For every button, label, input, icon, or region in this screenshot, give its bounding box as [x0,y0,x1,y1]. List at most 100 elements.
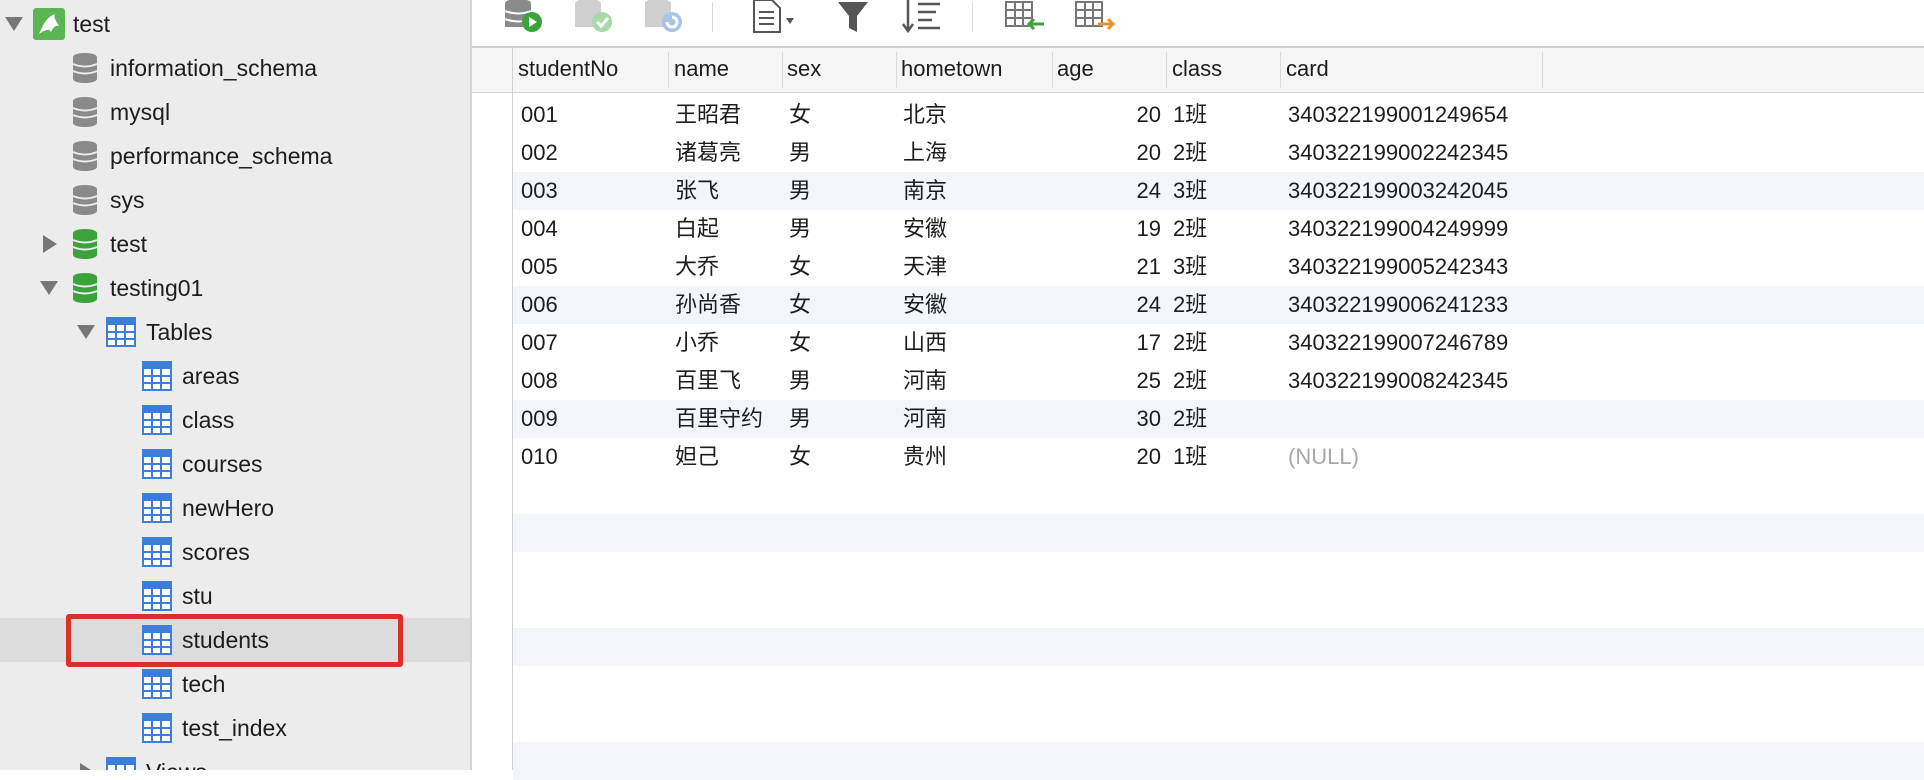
table-row[interactable]: 004 白起 男 安徽 19 2班 340322199004249999 [513,210,1924,248]
column-divider[interactable] [1052,52,1053,88]
cell-card[interactable]: 340322199007246789 [1288,329,1508,357]
cell-studentno[interactable]: 006 [521,291,558,319]
cell-hometown[interactable]: 天津 [903,253,947,281]
cell-name[interactable]: 白起 [675,215,719,243]
cell-card-null[interactable]: (NULL) [1288,443,1359,471]
disclosure-open-icon[interactable] [40,281,58,295]
disclosure-closed-icon[interactable] [43,235,57,253]
column-divider[interactable] [1542,52,1543,88]
cell-class[interactable]: 3班 [1173,177,1207,205]
sort-icon[interactable] [900,0,946,40]
cell-card[interactable]: 340322199001249654 [1288,101,1508,129]
cell-class[interactable]: 2班 [1173,405,1207,433]
cell-age[interactable]: 24 [1061,177,1161,205]
column-header-age[interactable]: age [1057,56,1094,82]
tree-item-table[interactable]: tech [0,662,470,706]
cell-sex[interactable]: 女 [789,253,811,281]
cell-class[interactable]: 1班 [1173,101,1207,129]
tree-item-table[interactable]: class [0,398,470,442]
cell-name[interactable]: 大乔 [675,253,719,281]
column-divider[interactable] [896,52,897,88]
tree-item-views-group[interactable]: Views [0,750,470,770]
filter-icon[interactable] [834,0,880,40]
column-header-studentno[interactable]: studentNo [518,56,618,82]
column-header-hometown[interactable]: hometown [901,56,1003,82]
cell-hometown[interactable]: 山西 [903,329,947,357]
cell-class[interactable]: 2班 [1173,139,1207,167]
cell-name[interactable]: 百里守约 [675,405,763,433]
cell-studentno[interactable]: 005 [521,253,558,281]
cell-sex[interactable]: 女 [789,101,811,129]
tree-item-database[interactable]: testing01 [0,266,470,310]
cell-age[interactable]: 20 [1061,139,1161,167]
cell-age[interactable]: 21 [1061,253,1161,281]
cell-hometown[interactable]: 河南 [903,367,947,395]
column-divider[interactable] [1280,52,1281,88]
tree-item-table[interactable]: newHero [0,486,470,530]
cell-studentno[interactable]: 008 [521,367,558,395]
cell-age[interactable]: 17 [1061,329,1161,357]
cell-class[interactable]: 2班 [1173,215,1207,243]
cell-class[interactable]: 2班 [1173,367,1207,395]
column-header-sex[interactable]: sex [787,56,821,82]
cell-sex[interactable]: 男 [789,405,811,433]
cell-name[interactable]: 百里飞 [675,367,741,395]
cell-class[interactable]: 2班 [1173,329,1207,357]
tree-item-database[interactable]: information_schema [0,46,470,90]
cell-age[interactable]: 19 [1061,215,1161,243]
tree-item-table[interactable]: courses [0,442,470,486]
discard-changes-icon[interactable] [640,0,686,40]
cell-class[interactable]: 2班 [1173,291,1207,319]
cell-name[interactable]: 诸葛亮 [675,139,741,167]
table-row[interactable]: 007 小乔 女 山西 17 2班 340322199007246789 [513,324,1924,362]
tree-item-table[interactable]: areas [0,354,470,398]
cell-class[interactable]: 1班 [1173,443,1207,471]
cell-age[interactable]: 24 [1061,291,1161,319]
apply-changes-icon[interactable] [570,0,616,40]
cell-card[interactable]: 340322199002242345 [1288,139,1508,167]
cell-sex[interactable]: 男 [789,177,811,205]
tree-item-database[interactable]: sys [0,178,470,222]
disclosure-closed-icon[interactable] [80,763,94,770]
cell-studentno[interactable]: 001 [521,101,558,129]
cell-name[interactable]: 张飞 [675,177,719,205]
cell-hometown[interactable]: 南京 [903,177,947,205]
disclosure-open-icon[interactable] [5,17,23,31]
table-row[interactable]: 003 张飞 男 南京 24 3班 340322199003242045 [513,172,1924,210]
cell-hometown[interactable]: 安徽 [903,215,947,243]
cell-studentno[interactable]: 009 [521,405,558,433]
cell-sex[interactable]: 男 [789,139,811,167]
cell-sex[interactable]: 女 [789,329,811,357]
column-header-class[interactable]: class [1172,56,1222,82]
cell-class[interactable]: 3班 [1173,253,1207,281]
tree-item-tables-group[interactable]: Tables [0,310,470,354]
cell-age[interactable]: 30 [1061,405,1161,433]
export-icon[interactable] [1072,0,1118,40]
column-header-card[interactable]: card [1286,56,1329,82]
cell-name[interactable]: 妲己 [675,443,719,471]
cell-studentno[interactable]: 004 [521,215,558,243]
cell-hometown[interactable]: 贵州 [903,443,947,471]
cell-card[interactable]: 340322199003242045 [1288,177,1508,205]
cell-sex[interactable]: 男 [789,367,811,395]
cell-studentno[interactable]: 010 [521,443,558,471]
cell-age[interactable]: 20 [1061,443,1161,471]
table-row[interactable]: 002 诸葛亮 男 上海 20 2班 340322199002242345 [513,134,1924,172]
disclosure-open-icon[interactable] [77,325,95,339]
table-row[interactable]: 009 百里守约 男 河南 30 2班 [513,400,1924,438]
cell-hometown[interactable]: 北京 [903,101,947,129]
column-divider[interactable] [782,52,783,88]
cell-studentno[interactable]: 007 [521,329,558,357]
cell-age[interactable]: 20 [1061,101,1161,129]
run-query-icon[interactable] [500,0,546,40]
tree-item-database[interactable]: mysql [0,90,470,134]
cell-card[interactable]: 340322199008242345 [1288,367,1508,395]
table-row[interactable]: 008 百里飞 男 河南 25 2班 340322199008242345 [513,362,1924,400]
cell-card[interactable]: 340322199005242343 [1288,253,1508,281]
column-header-name[interactable]: name [674,56,729,82]
tree-item-table[interactable]: stu [0,574,470,618]
cell-name[interactable]: 王昭君 [675,101,741,129]
cell-hometown[interactable]: 河南 [903,405,947,433]
text-view-icon[interactable] [750,0,796,40]
column-divider[interactable] [668,52,669,88]
